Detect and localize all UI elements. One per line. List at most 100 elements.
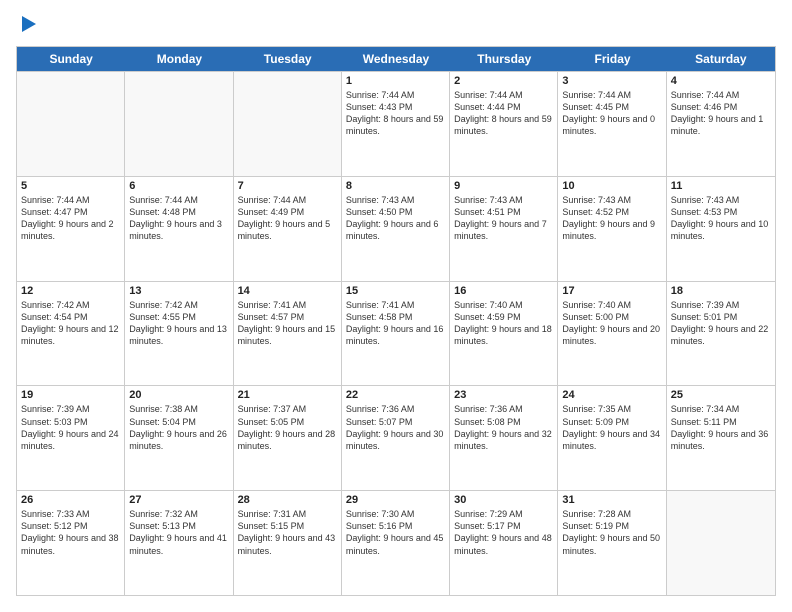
cell-info: Sunrise: 7:42 AMSunset: 4:55 PMDaylight:… [129, 299, 228, 348]
cell-info: Sunrise: 7:39 AMSunset: 5:03 PMDaylight:… [21, 403, 120, 452]
cell-info: Sunrise: 7:44 AMSunset: 4:44 PMDaylight:… [454, 89, 553, 138]
day-number: 11 [671, 180, 771, 192]
day-number: 17 [562, 285, 661, 297]
day-number: 10 [562, 180, 661, 192]
cell-info: Sunrise: 7:44 AMSunset: 4:43 PMDaylight:… [346, 89, 445, 138]
calendar-cell: 31 Sunrise: 7:28 AMSunset: 5:19 PMDayligh… [558, 491, 666, 595]
day-number: 6 [129, 180, 228, 192]
calendar-cell: 24Sunrise: 7:35 AMSunset: 5:09 PMDayligh… [558, 386, 666, 490]
day-number: 19 [21, 389, 120, 401]
cell-info: Sunrise: 7:31 AMSunset: 5:15 PMDaylight:… [238, 508, 337, 557]
calendar-cell [234, 72, 342, 176]
header [16, 16, 776, 36]
calendar-row: 26Sunrise: 7:33 AMSunset: 5:12 PMDayligh… [17, 490, 775, 595]
calendar-cell: 13Sunrise: 7:42 AMSunset: 4:55 PMDayligh… [125, 282, 233, 386]
calendar-cell: 3 Sunrise: 7:44 AMSunset: 4:45 PMDaylight… [558, 72, 666, 176]
day-number: 23 [454, 389, 553, 401]
calendar-cell: 18 Sunrise: 7:39 AMSunset: 5:01 PMDayligh… [667, 282, 775, 386]
day-number: 12 [21, 285, 120, 297]
calendar-cell: 28 Sunrise: 7:31 AMSunset: 5:15 PMDayligh… [234, 491, 342, 595]
day-number: 16 [454, 285, 553, 297]
weekday-header: Saturday [667, 47, 775, 71]
day-number: 20 [129, 389, 228, 401]
calendar-cell: 22 Sunrise: 7:36 AMSunset: 5:07 PMDayligh… [342, 386, 450, 490]
cell-info: Sunrise: 7:44 AMSunset: 4:47 PMDaylight:… [21, 194, 120, 243]
calendar-row: 19 Sunrise: 7:39 AMSunset: 5:03 PMDayligh… [17, 385, 775, 490]
calendar-row: 1 Sunrise: 7:44 AMSunset: 4:43 PMDaylight… [17, 71, 775, 176]
calendar-cell: 14 Sunrise: 7:41 AMSunset: 4:57 PMDayligh… [234, 282, 342, 386]
calendar-row: 5 Sunrise: 7:44 AMSunset: 4:47 PMDaylight… [17, 176, 775, 281]
calendar-cell [667, 491, 775, 595]
calendar-cell: 20Sunrise: 7:38 AMSunset: 5:04 PMDayligh… [125, 386, 233, 490]
day-number: 5 [21, 180, 120, 192]
calendar-cell: 8 Sunrise: 7:43 AMSunset: 4:50 PMDaylight… [342, 177, 450, 281]
day-number: 8 [346, 180, 445, 192]
weekday-header: Monday [125, 47, 233, 71]
cell-info: Sunrise: 7:42 AMSunset: 4:54 PMDaylight:… [21, 299, 120, 348]
calendar-cell: 16 Sunrise: 7:40 AMSunset: 4:59 PMDayligh… [450, 282, 558, 386]
calendar-cell: 19 Sunrise: 7:39 AMSunset: 5:03 PMDayligh… [17, 386, 125, 490]
cell-info: Sunrise: 7:40 AMSunset: 4:59 PMDaylight:… [454, 299, 553, 348]
cell-info: Sunrise: 7:33 AMSunset: 5:12 PMDaylight:… [21, 508, 120, 557]
calendar-cell [125, 72, 233, 176]
calendar-cell: 26Sunrise: 7:33 AMSunset: 5:12 PMDayligh… [17, 491, 125, 595]
calendar-header: SundayMondayTuesdayWednesdayThursdayFrid… [17, 47, 775, 71]
cell-info: Sunrise: 7:43 AMSunset: 4:52 PMDaylight:… [562, 194, 661, 243]
calendar-cell: 10 Sunrise: 7:43 AMSunset: 4:52 PMDayligh… [558, 177, 666, 281]
cell-info: Sunrise: 7:44 AMSunset: 4:49 PMDaylight:… [238, 194, 337, 243]
calendar-cell: 9 Sunrise: 7:43 AMSunset: 4:51 PMDaylight… [450, 177, 558, 281]
cell-info: Sunrise: 7:34 AMSunset: 5:11 PMDaylight:… [671, 403, 771, 452]
day-number: 14 [238, 285, 337, 297]
calendar-row: 12 Sunrise: 7:42 AMSunset: 4:54 PMDayligh… [17, 281, 775, 386]
calendar-cell: 29 Sunrise: 7:30 AMSunset: 5:16 PMDayligh… [342, 491, 450, 595]
day-number: 18 [671, 285, 771, 297]
cell-info: Sunrise: 7:44 AMSunset: 4:48 PMDaylight:… [129, 194, 228, 243]
calendar-cell [17, 72, 125, 176]
day-number: 22 [346, 389, 445, 401]
cell-info: Sunrise: 7:41 AMSunset: 4:58 PMDaylight:… [346, 299, 445, 348]
cell-info: Sunrise: 7:44 AMSunset: 4:46 PMDaylight:… [671, 89, 771, 138]
cell-info: Sunrise: 7:40 AMSunset: 5:00 PMDaylight:… [562, 299, 661, 348]
cell-info: Sunrise: 7:28 AMSunset: 5:19 PMDaylight:… [562, 508, 661, 557]
calendar-cell: 23 Sunrise: 7:36 AMSunset: 5:08 PMDayligh… [450, 386, 558, 490]
day-number: 4 [671, 75, 771, 87]
day-number: 2 [454, 75, 553, 87]
cell-info: Sunrise: 7:44 AMSunset: 4:45 PMDaylight:… [562, 89, 661, 138]
cell-info: Sunrise: 7:30 AMSunset: 5:16 PMDaylight:… [346, 508, 445, 557]
day-number: 25 [671, 389, 771, 401]
logo-icon [18, 14, 40, 36]
cell-info: Sunrise: 7:36 AMSunset: 5:07 PMDaylight:… [346, 403, 445, 452]
calendar-cell: 5 Sunrise: 7:44 AMSunset: 4:47 PMDaylight… [17, 177, 125, 281]
weekday-header: Thursday [450, 47, 558, 71]
day-number: 31 [562, 494, 661, 506]
day-number: 3 [562, 75, 661, 87]
weekday-header: Sunday [17, 47, 125, 71]
calendar-body: 1 Sunrise: 7:44 AMSunset: 4:43 PMDaylight… [17, 71, 775, 595]
cell-info: Sunrise: 7:39 AMSunset: 5:01 PMDaylight:… [671, 299, 771, 348]
day-number: 15 [346, 285, 445, 297]
cell-info: Sunrise: 7:32 AMSunset: 5:13 PMDaylight:… [129, 508, 228, 557]
calendar-cell: 30Sunrise: 7:29 AMSunset: 5:17 PMDayligh… [450, 491, 558, 595]
calendar-cell: 27 Sunrise: 7:32 AMSunset: 5:13 PMDayligh… [125, 491, 233, 595]
day-number: 30 [454, 494, 553, 506]
calendar: SundayMondayTuesdayWednesdayThursdayFrid… [16, 46, 776, 596]
day-number: 28 [238, 494, 337, 506]
page: SundayMondayTuesdayWednesdayThursdayFrid… [0, 0, 792, 612]
cell-info: Sunrise: 7:36 AMSunset: 5:08 PMDaylight:… [454, 403, 553, 452]
day-number: 9 [454, 180, 553, 192]
calendar-cell: 1 Sunrise: 7:44 AMSunset: 4:43 PMDaylight… [342, 72, 450, 176]
cell-info: Sunrise: 7:43 AMSunset: 4:51 PMDaylight:… [454, 194, 553, 243]
day-number: 1 [346, 75, 445, 87]
cell-info: Sunrise: 7:43 AMSunset: 4:50 PMDaylight:… [346, 194, 445, 243]
cell-info: Sunrise: 7:37 AMSunset: 5:05 PMDaylight:… [238, 403, 337, 452]
day-number: 7 [238, 180, 337, 192]
cell-info: Sunrise: 7:43 AMSunset: 4:53 PMDaylight:… [671, 194, 771, 243]
day-number: 24 [562, 389, 661, 401]
calendar-cell: 7 Sunrise: 7:44 AMSunset: 4:49 PMDaylight… [234, 177, 342, 281]
day-number: 27 [129, 494, 228, 506]
day-number: 29 [346, 494, 445, 506]
day-number: 21 [238, 389, 337, 401]
logo [16, 16, 40, 36]
cell-info: Sunrise: 7:41 AMSunset: 4:57 PMDaylight:… [238, 299, 337, 348]
weekday-header: Friday [558, 47, 666, 71]
